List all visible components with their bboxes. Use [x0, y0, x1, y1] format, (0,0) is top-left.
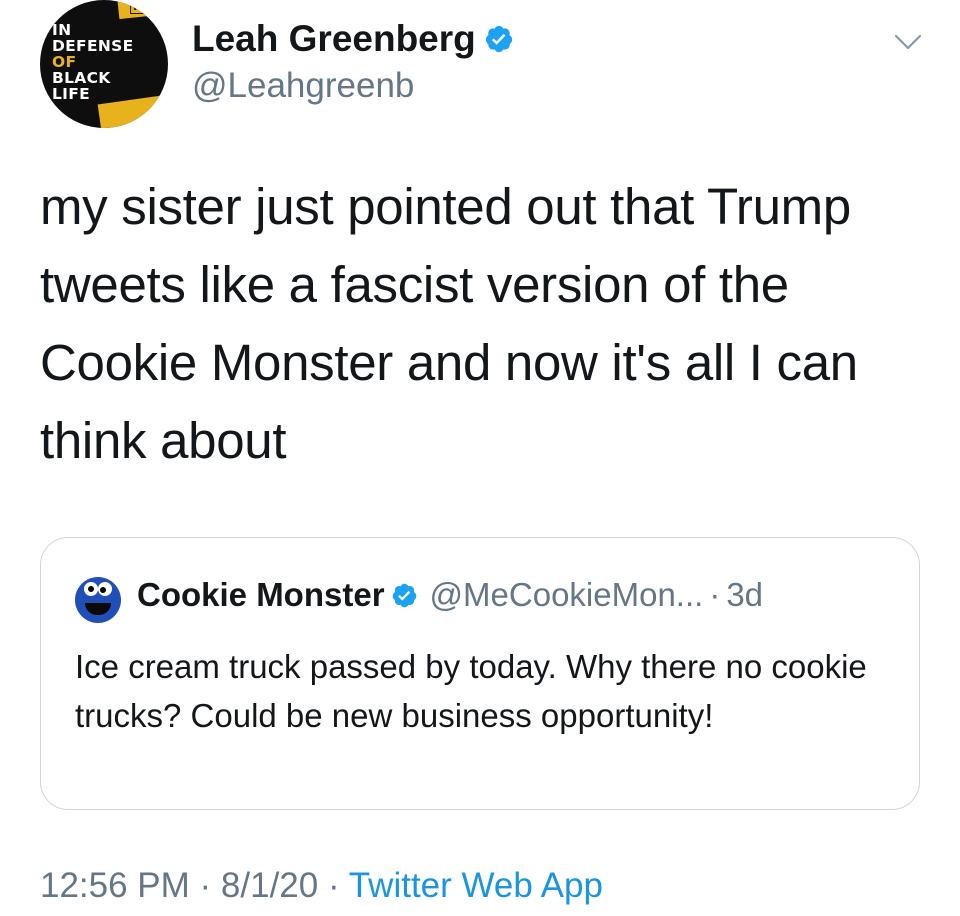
author-avatar[interactable]: MA IN DEFENSE OF BLACK LIFE — [40, 0, 168, 128]
author-handle[interactable]: @Leahgreenb — [192, 66, 414, 106]
chevron-down-icon[interactable] — [888, 22, 928, 62]
quoted-tweet-text: Ice cream truck passed by today. Why the… — [75, 648, 867, 734]
quoted-tweet-time[interactable]: 3d — [726, 576, 763, 614]
avatar-line: BLACK — [52, 69, 111, 87]
separator-dot: · — [709, 576, 721, 613]
avatar-line: IN — [52, 21, 72, 39]
author-display-name[interactable]: Leah Greenberg — [192, 18, 476, 60]
avatar-line: OF — [52, 53, 77, 71]
avatar-mouth — [85, 603, 111, 615]
tweet-date[interactable]: 8/1/20 — [221, 866, 318, 905]
tweet-text: my sister just pointed out that Trump tw… — [40, 178, 858, 469]
avatar-eye — [84, 582, 98, 596]
verified-badge-icon — [392, 583, 416, 607]
avatar-line: DEFENSE — [52, 37, 134, 55]
tweet-source-link[interactable]: Twitter Web App — [349, 866, 603, 905]
quoted-author-handle[interactable]: @MeCookieMon... — [430, 576, 704, 614]
verified-badge-icon — [485, 25, 512, 53]
separator-dot: · — [318, 866, 349, 905]
quoted-tweet-header: Cookie Monster @MeCookieMon... · 3d — [137, 576, 763, 614]
avatar-corner-text: MA — [130, 0, 158, 14]
tweet-time[interactable]: 12:56 PM — [40, 866, 190, 905]
quoted-author-avatar[interactable] — [75, 577, 121, 623]
tweet: MA IN DEFENSE OF BLACK LIFE Leah Greenbe… — [0, 0, 960, 916]
separator-dot: · — [189, 866, 221, 905]
avatar-logo-text: IN DEFENSE OF BLACK LIFE — [52, 22, 133, 102]
avatar-eye — [98, 582, 112, 596]
avatar-line: LIFE — [52, 85, 91, 103]
author-name-row[interactable]: Leah Greenberg — [192, 18, 514, 60]
quoted-author-name[interactable]: Cookie Monster — [137, 576, 385, 614]
quoted-tweet[interactable]: Cookie Monster @MeCookieMon... · 3d Ice … — [40, 537, 920, 810]
tweet-footer: 12:56 PM · 8/1/20 · Twitter Web App — [40, 866, 603, 906]
